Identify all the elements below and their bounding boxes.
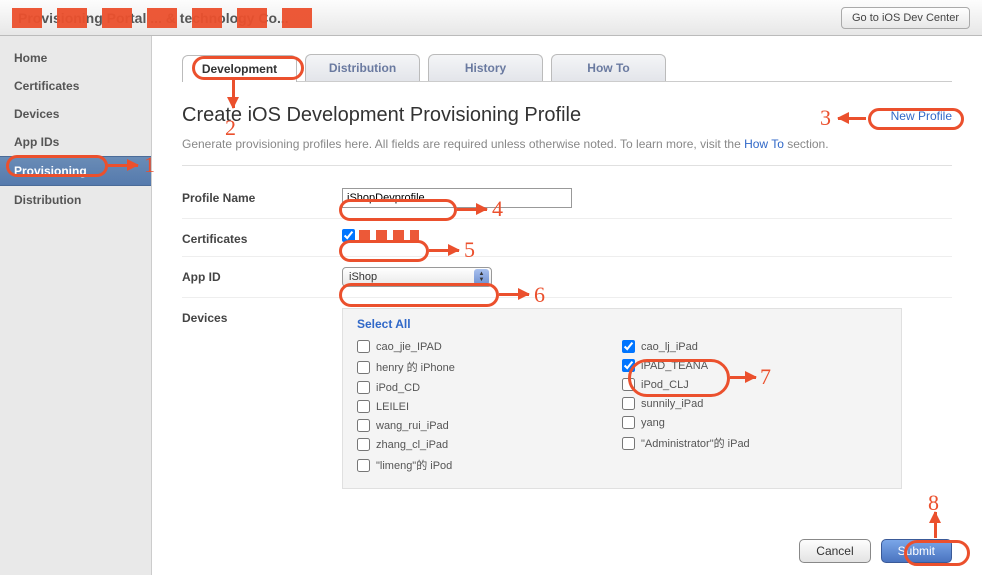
how-to-link[interactable]: How To [744,137,784,151]
device-checkbox[interactable] [357,459,370,472]
device-item[interactable]: wang_rui_iPad [357,416,622,435]
device-column-1: cao_jie_IPADhenry 的 iPhone iPod_CD LEILEI w… [357,337,622,476]
device-item[interactable]: iPod_CLJ [622,375,887,394]
device-label: wang_rui_iPad [376,420,449,432]
desc-suffix: section. [784,137,829,151]
device-item[interactable]: LEILEI [357,397,622,416]
app-id-selected-value: iShop [349,271,377,283]
tab-development[interactable]: Development [182,55,297,82]
device-column-2: cao_lj_iPad iPAD_TEANA iPod_CLJ sunnily_iPa… [622,337,887,476]
device-checkbox[interactable] [357,381,370,394]
sidebar-item-certificates[interactable]: Certificates [0,72,151,100]
select-arrow-icon [474,269,489,285]
device-label: yang [641,417,665,429]
device-checkbox[interactable] [357,400,370,413]
profile-name-label: Profile Name [182,188,342,205]
profile-name-input[interactable] [342,188,572,208]
device-item[interactable]: iPod_CD [357,378,622,397]
sidebar-item-home[interactable]: Home [0,44,151,72]
device-label: cao_lj_iPad [641,341,698,353]
device-item[interactable]: iPAD_TEANA [622,356,887,375]
device-checkbox[interactable] [622,416,635,429]
device-checkbox[interactable] [622,378,635,391]
device-item[interactable]: cao_lj_iPad [622,337,887,356]
device-checkbox[interactable] [622,437,635,450]
device-label: "limeng"的 iPod [376,457,452,473]
devices-label: Devices [182,308,342,325]
new-profile-link[interactable]: New Profile [891,109,952,123]
device-checkbox[interactable] [622,397,635,410]
device-label: henry 的 iPhone [376,359,455,375]
portal-title: Provisioning Portal ... & technology Co.… [12,8,295,28]
tab-history[interactable]: History [428,54,543,81]
device-checkbox[interactable] [357,438,370,451]
cancel-button[interactable]: Cancel [799,539,870,563]
device-label: iPod_CD [376,382,420,394]
devices-box: Select All cao_jie_IPADhenry 的 iPhone iPo… [342,308,902,489]
device-checkbox[interactable] [357,340,370,353]
device-checkbox[interactable] [357,419,370,432]
device-label: sunnily_iPad [641,398,703,410]
device-label: iPod_CLJ [641,379,689,391]
device-label: cao_jie_IPAD [376,341,442,353]
sidebar: Home Certificates Devices App IDs Provis… [0,36,152,575]
sidebar-item-distribution[interactable]: Distribution [0,186,151,214]
app-id-label: App ID [182,267,342,284]
page-description: Generate provisioning profiles here. All… [182,137,952,166]
certificate-checkbox[interactable] [342,229,355,242]
device-item[interactable]: "limeng"的 iPod [357,454,622,476]
device-item[interactable]: sunnily_iPad [622,394,887,413]
device-label: LEILEI [376,401,409,413]
tab-how-to[interactable]: How To [551,54,666,81]
main-content: Development Distribution History How To … [152,36,982,575]
submit-button[interactable]: Submit [881,539,952,563]
device-checkbox[interactable] [622,359,635,372]
tab-distribution[interactable]: Distribution [305,54,420,81]
go-to-dev-center-button[interactable]: Go to iOS Dev Center [841,7,970,29]
device-item[interactable]: zhang_cl_iPad [357,435,622,454]
app-id-select[interactable]: iShop [342,267,492,287]
certificates-label: Certificates [182,229,342,246]
select-all-link[interactable]: Select All [357,317,411,331]
certificate-name-redacted [359,230,419,242]
device-checkbox[interactable] [622,340,635,353]
sidebar-item-app-ids[interactable]: App IDs [0,128,151,156]
desc-text: Generate provisioning profiles here. All… [182,137,744,151]
sidebar-item-devices[interactable]: Devices [0,100,151,128]
header-bar: Provisioning Portal ... & technology Co.… [0,0,982,36]
page-title: Create iOS Development Provisioning Prof… [182,104,581,127]
tabs: Development Distribution History How To [182,54,952,82]
device-item[interactable]: henry 的 iPhone [357,356,622,378]
device-item[interactable]: "Administrator"的 iPad [622,432,887,454]
device-label: zhang_cl_iPad [376,439,448,451]
device-label: iPAD_TEANA [641,360,708,372]
device-checkbox[interactable] [357,361,370,374]
device-item[interactable]: yang [622,413,887,432]
device-label: "Administrator"的 iPad [641,435,750,451]
certificate-option[interactable] [342,229,419,242]
device-item[interactable]: cao_jie_IPAD [357,337,622,356]
sidebar-item-provisioning[interactable]: Provisioning [0,156,151,186]
